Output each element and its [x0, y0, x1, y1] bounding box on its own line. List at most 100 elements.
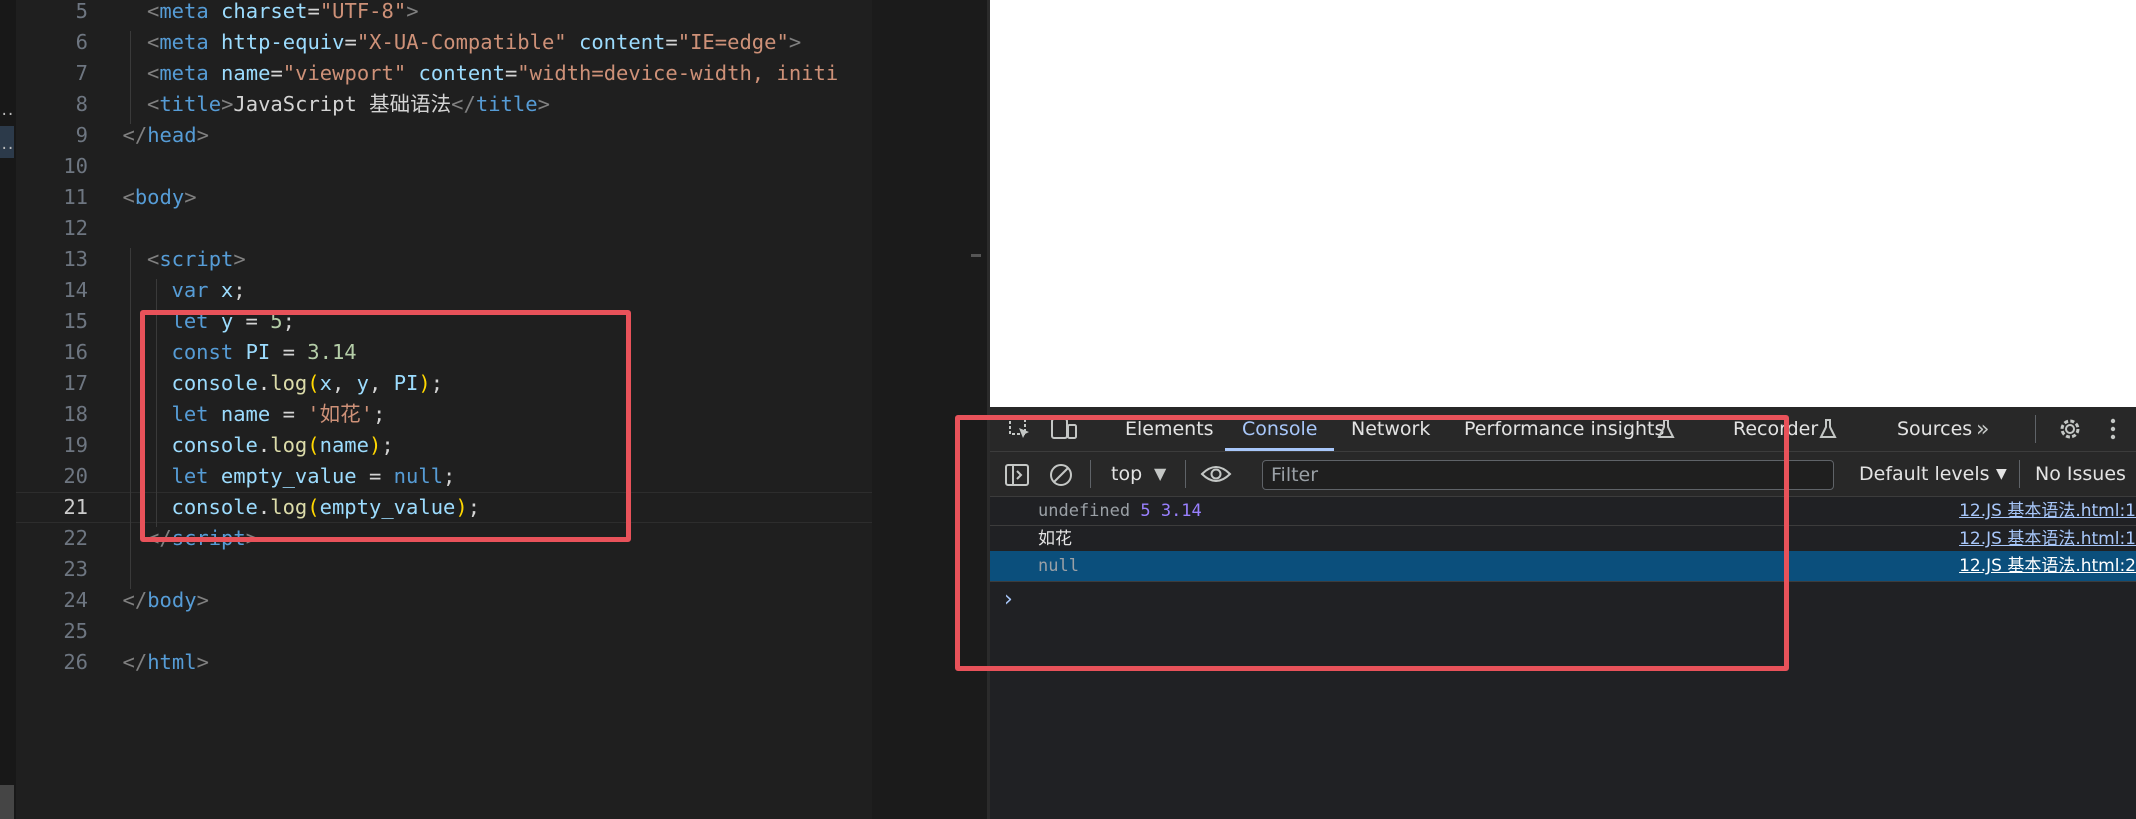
- line-number: 24: [63, 588, 88, 612]
- gear-icon[interactable]: [2057, 416, 2083, 446]
- code-text: <title>JavaScript 基础语法</title>: [147, 89, 550, 120]
- tag-token: body: [134, 185, 185, 209]
- str-token: "width=device-width, initi: [517, 61, 839, 85]
- code-line[interactable]: 5 <meta charset="UTF-8">: [16, 0, 872, 27]
- bracket-token: <: [147, 0, 160, 23]
- line-number: 10: [63, 154, 88, 178]
- str-token: "X-UA-Compatible": [356, 30, 567, 54]
- bracket-token: </: [122, 650, 148, 674]
- tag-token: title: [159, 92, 222, 116]
- code-line[interactable]: 26 </html>: [16, 647, 872, 678]
- line-number: 12: [63, 216, 88, 240]
- code-text: <meta name="viewport" content="width=dev…: [147, 58, 838, 89]
- log-levels-dropdown[interactable]: Default levels: [1859, 452, 1990, 496]
- br-token: >: [233, 247, 246, 271]
- attr-token: content: [566, 30, 666, 54]
- code-line[interactable]: 9 </head>: [16, 120, 872, 151]
- overflow-dots-icon[interactable]: ..: [0, 104, 15, 118]
- console-source-link[interactable]: 12.JS 基本语法.html:2: [1959, 551, 2136, 581]
- code-line[interactable]: 13 <script>: [16, 244, 872, 275]
- minimap[interactable]: [872, 0, 987, 819]
- str-token: "viewport": [282, 61, 407, 85]
- br-token: >: [788, 30, 802, 54]
- line-number: 7: [75, 61, 88, 85]
- code-text: <script>: [147, 244, 246, 275]
- plain-token: ;: [233, 278, 246, 302]
- code-line[interactable]: 10: [16, 151, 872, 182]
- code-line[interactable]: 23: [16, 554, 872, 585]
- line-number: 20: [63, 464, 88, 488]
- console-source-link[interactable]: 12.JS 基本语法.html:1: [1959, 497, 2136, 525]
- scrollbar[interactable]: [0, 785, 14, 819]
- code-line[interactable]: 12: [16, 213, 872, 244]
- attr-token: http-equiv: [208, 30, 345, 54]
- activity-strip: .. ..: [0, 0, 16, 819]
- line-number: 17: [63, 371, 88, 395]
- toolbar-separator: [2035, 415, 2036, 443]
- issues-counter[interactable]: No Issues: [2035, 452, 2126, 496]
- code-line[interactable]: 11 <body>: [16, 182, 872, 213]
- bracket-token: <: [147, 92, 160, 116]
- code-line[interactable]: 25: [16, 616, 872, 647]
- code-line[interactable]: 8 <title>JavaScript 基础语法</title>: [16, 89, 872, 120]
- line-number: 23: [63, 557, 88, 581]
- line-number: 8: [75, 92, 88, 116]
- str-token: "UTF-8": [319, 0, 407, 23]
- code-line[interactable]: 14 var x;: [16, 275, 872, 306]
- attr-token: name: [208, 61, 271, 85]
- minimap-marker: [971, 254, 981, 257]
- line-number: 5: [75, 0, 88, 23]
- tag-token: script: [159, 247, 234, 271]
- line-number: 16: [63, 340, 88, 364]
- line-number: 22: [63, 526, 88, 550]
- bracket-token: </: [451, 92, 476, 116]
- attr-token: content: [406, 61, 505, 85]
- code-text: var x;: [172, 275, 246, 306]
- bracket-token: <: [147, 61, 160, 85]
- bracket-token: <: [122, 185, 135, 209]
- dropdown-caret-icon[interactable]: ▼: [1996, 461, 2007, 487]
- line-number: 6: [75, 30, 88, 54]
- flask-icon: [1818, 418, 1838, 444]
- bracket-token: <: [147, 247, 160, 271]
- tag-token: meta: [159, 30, 209, 54]
- code-line[interactable]: 7 <meta name="viewport" content="width=de…: [16, 58, 872, 89]
- bracket-token: </: [122, 123, 148, 147]
- code-line[interactable]: 24 </body>: [16, 585, 872, 616]
- code-line[interactable]: 6 <meta http-equiv="X-UA-Compatible" cont…: [16, 27, 872, 58]
- code-text: <meta charset="UTF-8">: [147, 0, 419, 27]
- line-number: 26: [63, 650, 88, 674]
- more-vertical-icon[interactable]: [2108, 417, 2118, 445]
- code-text: </head>: [123, 120, 209, 151]
- chevron-double-right-icon[interactable]: »: [1976, 417, 1989, 442]
- tag-token: meta: [159, 61, 209, 85]
- overflow-dots-icon[interactable]: ..: [0, 138, 15, 152]
- kw-token: var: [171, 278, 209, 302]
- line-number: 21: [63, 495, 88, 519]
- br-token: >: [406, 0, 419, 23]
- line-number: 14: [63, 278, 88, 302]
- code-text: </html>: [123, 647, 209, 678]
- str-token: "IE=edge": [677, 30, 789, 54]
- tag-token: head: [147, 123, 197, 147]
- br-token: >: [196, 588, 209, 612]
- line-number: 11: [63, 185, 88, 209]
- annotation-box-code: [140, 310, 631, 542]
- line-number: 15: [63, 309, 88, 333]
- indent-guide: [130, 31, 131, 124]
- plain-token: =: [504, 61, 518, 85]
- console-source-link[interactable]: 12.JS 基本语法.html:1: [1959, 525, 2136, 553]
- toolbar-separator: [2019, 460, 2020, 488]
- tab-sources[interactable]: Sources: [1897, 407, 1972, 451]
- plain-token: =: [307, 0, 320, 23]
- line-number: 18: [63, 402, 88, 426]
- br-token: >: [196, 650, 209, 674]
- br-token: >: [221, 92, 234, 116]
- plain-token: =: [270, 61, 283, 85]
- browser-viewport[interactable]: [990, 0, 2136, 407]
- line-number: 13: [63, 247, 88, 271]
- indent-guide: [130, 248, 131, 589]
- br-token: >: [184, 185, 197, 209]
- br-token: >: [196, 123, 209, 147]
